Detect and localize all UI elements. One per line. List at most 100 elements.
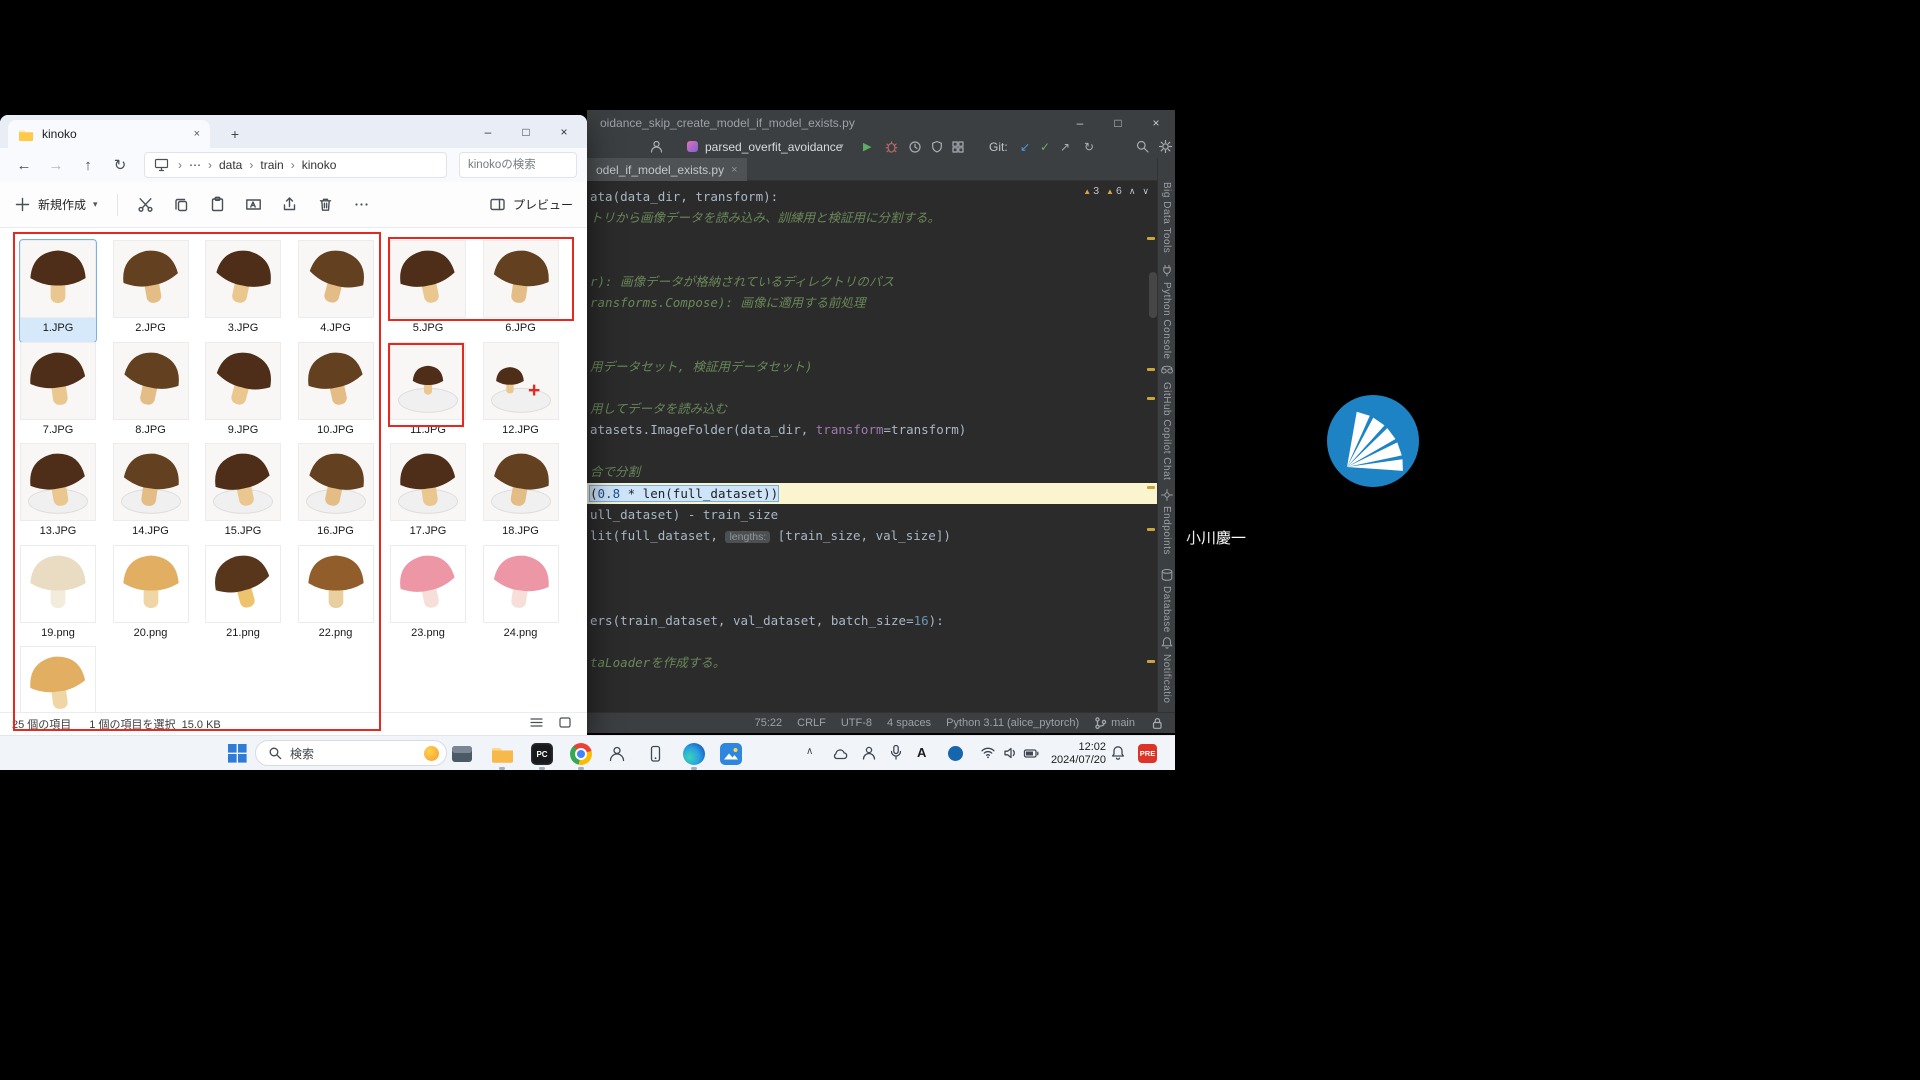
tool-github-copilot-chat[interactable]: GitHub Copilot Chat — [1161, 382, 1172, 480]
git-commit-icon[interactable]: ✓ — [1040, 135, 1050, 158]
battery-icon[interactable] — [1023, 746, 1040, 766]
tool-big-data-tools[interactable]: Big Data Tools — [1161, 182, 1172, 253]
recording-badge[interactable]: PRE — [1138, 744, 1157, 763]
file-item[interactable]: 23.png — [390, 545, 466, 647]
tool-notifications[interactable]: Notificatio — [1161, 654, 1172, 703]
taskbar-clock[interactable]: 12:02 2024/07/20 — [1048, 741, 1106, 766]
tab-close-icon[interactable]: × — [731, 164, 737, 176]
pycharm-minimize-button[interactable]: – — [1061, 110, 1099, 135]
caret-position[interactable]: 75:22 — [755, 717, 783, 729]
file-item[interactable]: 14.JPG — [113, 443, 189, 545]
file-item[interactable]: 12.JPG — [483, 342, 559, 444]
phone-link-icon[interactable] — [642, 741, 668, 767]
git-branch[interactable]: main — [1094, 716, 1135, 730]
file-item[interactable]: 22.png — [298, 545, 374, 647]
editor-scrollbar[interactable] — [1149, 272, 1157, 318]
tray-expand-chevron-icon[interactable]: ∧ — [806, 746, 813, 757]
next-issue-icon[interactable]: ∨ — [1142, 186, 1149, 197]
profiler-icon[interactable] — [908, 135, 922, 158]
refresh-icon[interactable]: ↻ — [106, 156, 134, 174]
copy-icon[interactable] — [173, 196, 190, 213]
file-item[interactable]: 13.JPG — [20, 443, 96, 545]
edge-icon[interactable] — [681, 741, 707, 767]
file-encoding[interactable]: UTF-8 — [841, 717, 872, 729]
pycharm-maximize-button[interactable]: □ — [1099, 110, 1137, 135]
inspections-widget[interactable]: ▲3 ▲6 ∧ ∨ — [1083, 185, 1149, 197]
file-item[interactable]: 2.JPG — [113, 240, 189, 342]
run-config-selector[interactable]: parsed_overfit_avoidance — [705, 135, 842, 158]
file-explorer-icon[interactable] — [489, 741, 515, 767]
python-interpreter[interactable]: Python 3.11 (alice_pytorch) — [946, 717, 1079, 729]
breadcrumb-data[interactable]: data — [219, 158, 242, 172]
explorer-maximize-button[interactable]: □ — [507, 115, 545, 148]
copilot-icon[interactable] — [1160, 364, 1174, 381]
file-item[interactable]: 9.JPG — [205, 342, 281, 444]
breadcrumb-train[interactable]: train — [260, 158, 283, 172]
taskbar-search[interactable]: 検索 — [255, 740, 447, 766]
plug-icon[interactable] — [1160, 264, 1174, 281]
debug-icon[interactable] — [884, 135, 899, 158]
database-icon[interactable] — [1160, 568, 1174, 585]
explorer-minimize-button[interactable]: – — [469, 115, 507, 148]
paste-icon[interactable] — [209, 196, 226, 213]
volume-icon[interactable] — [1003, 745, 1018, 766]
git-history-icon[interactable]: ↻ — [1084, 135, 1094, 158]
search-everywhere-icon[interactable] — [1135, 135, 1150, 158]
tool-endpoints[interactable]: Endpoints — [1161, 506, 1172, 555]
file-item[interactable]: 6.JPG — [483, 240, 559, 342]
file-item[interactable]: 24.png — [483, 545, 559, 647]
rename-icon[interactable] — [245, 196, 262, 213]
pycharm-icon[interactable]: PC — [529, 741, 555, 767]
file-item[interactable]: 20.png — [113, 545, 189, 647]
people-icon[interactable] — [604, 741, 630, 767]
new-button[interactable]: 新規作成 ▾ — [14, 196, 98, 213]
start-button[interactable] — [228, 744, 247, 768]
explorer-titlebar[interactable]: kinoko × + – □ × — [0, 115, 587, 148]
ime-mode-indicator[interactable]: A — [917, 745, 926, 760]
line-separator[interactable]: CRLF — [797, 717, 826, 729]
file-item[interactable]: 4.JPG — [298, 240, 374, 342]
up-icon[interactable]: ↑ — [74, 157, 102, 174]
git-update-icon[interactable]: ↙ — [1020, 135, 1030, 158]
file-item[interactable]: 18.JPG — [483, 443, 559, 545]
delete-icon[interactable] — [317, 196, 334, 213]
notifications-bell-icon[interactable] — [1110, 745, 1126, 766]
new-tab-button[interactable]: + — [224, 123, 246, 145]
coverage-icon[interactable] — [930, 135, 944, 158]
editor-tab[interactable]: odel_if_model_exists.py × — [587, 158, 747, 181]
code-editor[interactable]: ata(data_dir, transform): トリから画像データを読み込み… — [587, 181, 1157, 712]
tab-close-icon[interactable]: × — [194, 128, 200, 140]
breadcrumb[interactable]: › ⋯ › data › train › kinoko — [144, 152, 447, 178]
weather-icon[interactable] — [424, 746, 439, 761]
file-item[interactable]: 15.JPG — [205, 443, 281, 545]
tool-database[interactable]: Database — [1161, 586, 1172, 633]
tray-app-icon[interactable] — [948, 746, 963, 761]
file-item[interactable]: 21.png — [205, 545, 281, 647]
indent-setting[interactable]: 4 spaces — [887, 717, 931, 729]
file-item[interactable]: 11.JPG — [390, 342, 466, 444]
back-icon[interactable]: ← — [10, 157, 38, 174]
desktops-icon[interactable] — [449, 741, 475, 767]
preview-button[interactable]: プレビュー — [489, 196, 573, 213]
share-icon[interactable] — [281, 196, 298, 213]
file-item[interactable]: 19.png — [20, 545, 96, 647]
teams-icon[interactable] — [861, 745, 877, 766]
details-view-icon[interactable] — [529, 716, 546, 733]
breadcrumb-ellipsis[interactable]: ⋯ — [189, 158, 201, 172]
wifi-icon[interactable] — [980, 745, 996, 765]
tool-python-console[interactable]: Python Console — [1161, 282, 1172, 360]
file-item[interactable]: 7.JPG — [20, 342, 96, 444]
more-options-icon[interactable] — [353, 196, 370, 213]
explorer-tab[interactable]: kinoko × — [8, 120, 210, 148]
file-item[interactable] — [20, 646, 96, 712]
photos-icon[interactable] — [718, 741, 744, 767]
user-icon[interactable] — [649, 135, 664, 158]
run-button[interactable]: ▶ — [863, 135, 871, 158]
notifications-bell-icon[interactable] — [1160, 636, 1174, 653]
settings-gear-icon[interactable] — [1158, 135, 1173, 158]
onedrive-cloud-icon[interactable] — [832, 746, 849, 766]
explorer-close-button[interactable]: × — [545, 115, 583, 148]
microphone-icon[interactable] — [888, 744, 904, 767]
endpoints-icon[interactable] — [1160, 488, 1174, 505]
cut-icon[interactable] — [137, 196, 154, 213]
